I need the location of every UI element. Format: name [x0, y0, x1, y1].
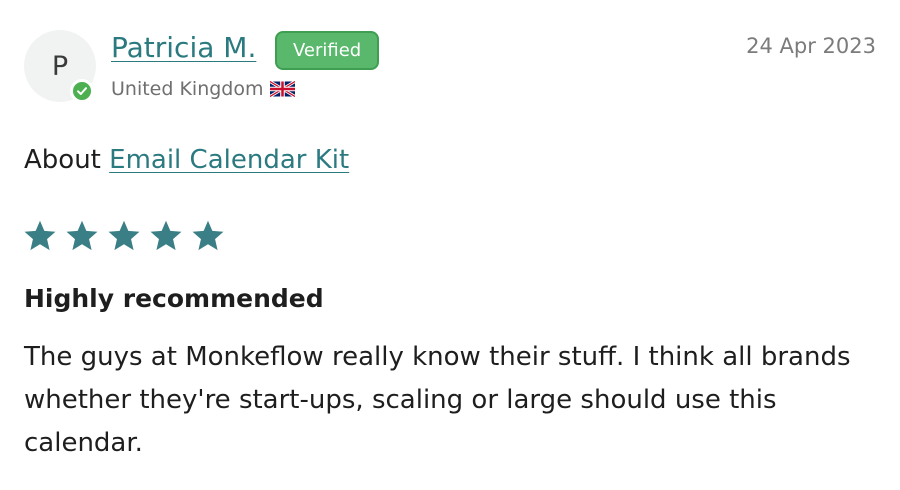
verified-badge-label: Verified	[293, 40, 362, 61]
about-line: About Email Calendar Kit	[24, 145, 349, 175]
star-icon	[66, 220, 98, 251]
star-icon	[192, 220, 224, 251]
product-link[interactable]: Email Calendar Kit	[109, 145, 349, 175]
star-icon	[150, 220, 182, 251]
verified-badge: Verified	[275, 31, 380, 70]
review-date: 24 Apr 2023	[746, 34, 876, 58]
star-rating	[22, 218, 226, 254]
reviewer-country: United Kingdom	[111, 78, 295, 100]
verified-check-icon	[70, 79, 94, 103]
reviewer-name-link[interactable]: Patricia M.	[111, 31, 256, 64]
uk-flag-icon	[269, 81, 295, 97]
review-card: P Patricia M. Verified United Kingdom 24…	[0, 0, 900, 490]
avatar-initial: P	[51, 50, 69, 82]
star-icon	[24, 220, 56, 251]
star-icon	[108, 220, 140, 251]
about-prefix: About	[24, 145, 101, 175]
review-body: The guys at Monkeflow really know their …	[24, 342, 851, 458]
review-title: Highly recommended	[24, 284, 324, 313]
country-label: United Kingdom	[111, 78, 264, 100]
